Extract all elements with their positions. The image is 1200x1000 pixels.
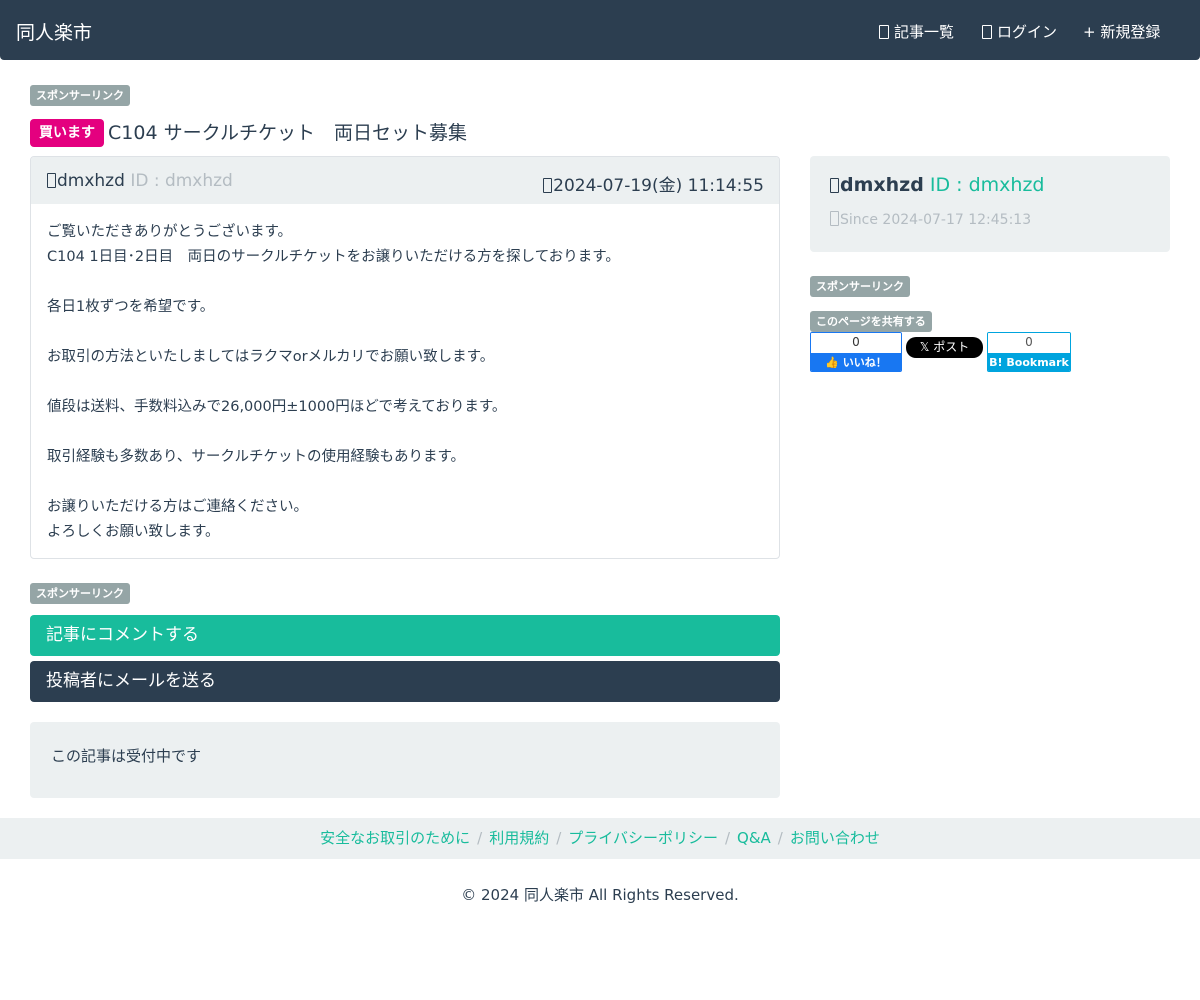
sponsor-label-sidebar: スポンサーリンク [810,276,910,297]
post-author: dmxhzd ID : dmxhzd [47,171,233,191]
status-text: この記事は受付中です [51,747,202,765]
post-card: dmxhzd ID : dmxhzd 2024-07-19(金) 11:14:5… [30,156,780,559]
post-body-line: 取引経験も多数あり、サークルチケットの使用経験もあります。 [47,449,466,465]
post-type-badge: 買います [30,119,104,147]
footer-link-contact[interactable]: お問い合わせ [790,829,880,847]
facebook-like-button[interactable]: 0 👍 いいね！ [810,332,902,372]
calendar-icon [830,211,839,226]
user-icon [830,178,839,193]
post-body-line: よろしくお願い致します。 [47,524,220,540]
nav-article-list-label: 記事一覧 [894,23,955,41]
hatena-bookmark-count: 0 [988,333,1070,353]
post-author-id: ID : dmxhzd [130,171,233,191]
post-body: ご覧いただきありがとうございます。 C104 1日目･2日目 両日のサークルチケ… [47,220,767,545]
post-body-line: 各日1枚ずつを希望です。 [47,299,215,315]
footer-separator: / [724,829,731,847]
facebook-like-label: 👍 いいね！ [811,353,901,371]
footer-link-safety[interactable]: 安全なお取引のために [320,829,470,847]
hatena-bookmark-button[interactable]: 0 B! Bookmark [987,332,1071,372]
share-label: このページを共有する [810,311,932,332]
post-body-line: ご覧いただきありがとうございます。 [47,224,293,240]
clock-icon [543,178,553,193]
author-profile-panel: dmxhzd ID : dmxhzd Since 2024-07-17 12:4… [810,156,1170,252]
profile-heading: dmxhzd ID : dmxhzd [830,174,1045,196]
x-post-label: ポスト [933,340,970,354]
post-body-line: お譲りいただける方はご連絡ください。 [47,499,308,515]
post-author-name[interactable]: dmxhzd [57,171,125,191]
sponsor-label-top: スポンサーリンク [30,85,130,106]
footer-separator: / [477,829,483,847]
post-date-text: 2024-07-19(金) 11:14:55 [553,176,764,196]
profile-since-text: Since 2024-07-17 12:45:13 [840,212,1032,228]
send-mail-button[interactable]: 投稿者にメールを送る [30,661,780,702]
post-card-header: dmxhzd ID : dmxhzd 2024-07-19(金) 11:14:5… [31,157,779,204]
login-icon [982,24,992,39]
hatena-b-icon: B! [989,356,1003,369]
navbar: 同人楽市 記事一覧 ログイン + 新規登録 [0,0,1200,60]
post-body-line [47,370,767,395]
x-logo-icon: 𝕏 [919,340,930,354]
footer-link-qa[interactable]: Q&A [737,829,771,847]
hatena-bookmark-label: B! Bookmark [988,353,1070,371]
nav-login[interactable]: ログイン [982,21,1057,42]
x-post-button[interactable]: 𝕏 ポスト [906,337,983,358]
post-body-line [47,270,767,295]
profile-id: ID : dmxhzd [929,174,1045,196]
nav-register[interactable]: + 新規登録 [1083,21,1160,42]
post-body-line [47,420,767,445]
post-body-line: お取引の方法といたしましてはラクマorメルカリでお願い致します。 [47,349,495,365]
site-brand[interactable]: 同人楽市 [16,18,92,45]
footer-link-privacy[interactable]: プライバシーポリシー [568,829,718,847]
comment-button[interactable]: 記事にコメントする [30,615,780,656]
copyright: © 2024 同人楽市 All Rights Reserved. [461,886,739,904]
footer-link-terms[interactable]: 利用規約 [489,829,549,847]
profile-name[interactable]: dmxhzd [840,174,924,196]
post-date: 2024-07-19(金) 11:14:55 [543,171,764,196]
user-icon [47,173,56,188]
post-body-line [47,470,767,495]
nav-login-label: ログイン [997,23,1058,41]
profile-since: Since 2024-07-17 12:45:13 [830,211,1031,228]
sponsor-label-bottom: スポンサーリンク [30,583,130,604]
facebook-like-text: いいね！ [842,356,887,369]
thumbs-up-icon: 👍 [825,356,839,369]
post-body-line: 値段は送料、手数料込みで26,000円±1000円ほどで考えております。 [47,399,507,415]
list-icon [879,24,889,39]
hatena-bookmark-text: Bookmark [1006,356,1069,369]
facebook-like-count: 0 [811,333,901,353]
post-body-line: C104 1日目･2日目 両日のサークルチケットをお譲りいただける方を探しており… [47,249,620,265]
footer-separator: / [556,829,562,847]
post-title: C104 サークルチケット 両日セット募集 [108,122,468,144]
footer-separator: / [777,829,783,847]
nav-register-label: + 新規登録 [1083,23,1161,41]
nav-article-list[interactable]: 記事一覧 [879,21,954,42]
footer-links: 安全なお取引のために / 利用規約 / プライバシーポリシー / Q&A / お問い合わせ [0,818,1200,859]
status-panel: この記事は受付中です [30,722,780,798]
post-body-line [47,320,767,345]
